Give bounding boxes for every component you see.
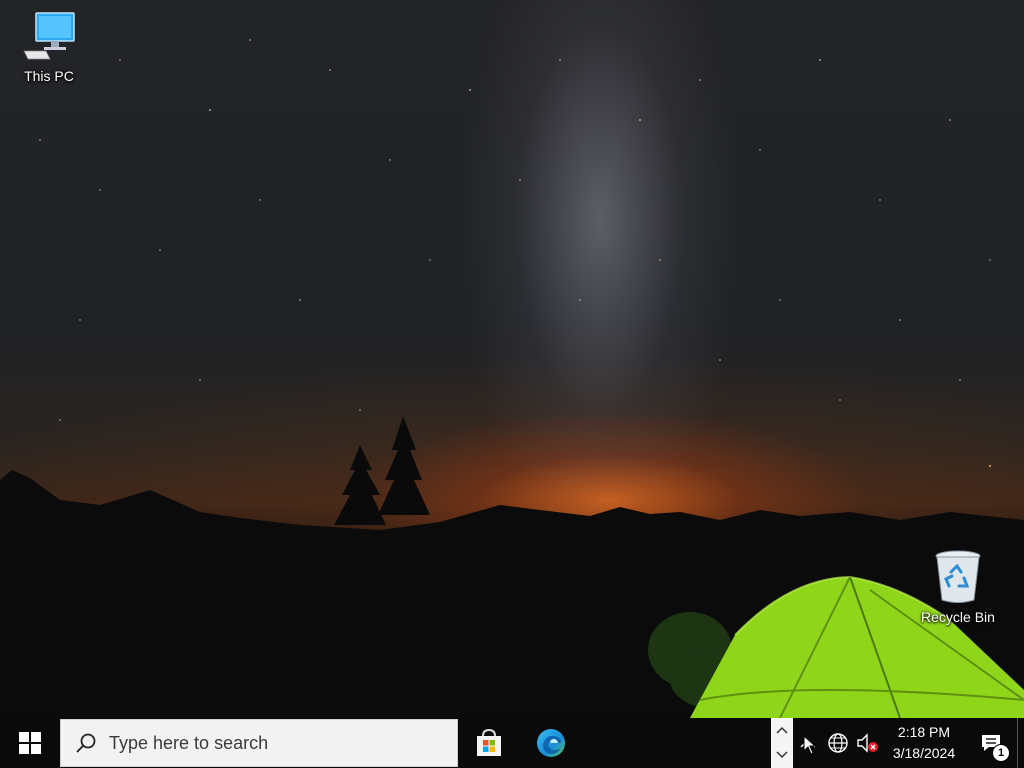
clock[interactable]: 2:18 PM 3/18/2024 bbox=[883, 718, 965, 768]
search-placeholder: Type here to search bbox=[109, 732, 269, 753]
tree-silhouettes bbox=[334, 416, 430, 525]
mouse-cursor-icon bbox=[803, 735, 817, 755]
desktop-icon-this-pc[interactable]: This PC bbox=[8, 10, 90, 84]
taskbar-scroll[interactable] bbox=[771, 718, 793, 768]
computer-icon bbox=[21, 10, 77, 62]
search-input[interactable]: Type here to search bbox=[60, 719, 458, 767]
taskbar-app-edge[interactable] bbox=[520, 718, 582, 768]
network-button[interactable] bbox=[823, 718, 853, 768]
desktop-icon-label: Recycle Bin bbox=[921, 609, 995, 625]
clock-date: 3/18/2024 bbox=[892, 745, 956, 761]
action-center-button[interactable]: 1 bbox=[965, 718, 1017, 768]
volume-button[interactable] bbox=[853, 718, 883, 768]
chevron-down-icon[interactable] bbox=[776, 750, 788, 762]
wallpaper-scene bbox=[0, 39, 1024, 718]
desktop-icon-label: This PC bbox=[24, 68, 74, 84]
system-tray: 2:18 PM 3/18/2024 1 bbox=[793, 718, 1024, 768]
speaker-muted-icon bbox=[857, 733, 878, 753]
chevron-up-icon[interactable] bbox=[776, 725, 788, 737]
start-button[interactable] bbox=[0, 718, 60, 768]
clock-time: 2:18 PM bbox=[897, 724, 951, 740]
edge-icon bbox=[537, 729, 565, 757]
recycle-bin-icon bbox=[930, 550, 986, 603]
notification-count-badge: 1 bbox=[992, 744, 1010, 762]
microsoft-store-icon bbox=[477, 728, 501, 756]
taskbar: Type here to search 2:18 PM 3/18/2024 1 bbox=[0, 718, 1024, 768]
stars bbox=[39, 39, 992, 468]
show-desktop-button[interactable] bbox=[1017, 718, 1024, 768]
globe-icon bbox=[828, 733, 848, 753]
taskbar-empty-area bbox=[582, 718, 817, 768]
windows-logo-icon bbox=[19, 732, 41, 754]
desktop-icon-recycle-bin[interactable]: Recycle Bin bbox=[917, 550, 999, 625]
search-icon bbox=[76, 733, 96, 753]
taskbar-app-microsoft-store[interactable] bbox=[458, 718, 520, 768]
desktop-wallpaper bbox=[0, 0, 1024, 718]
